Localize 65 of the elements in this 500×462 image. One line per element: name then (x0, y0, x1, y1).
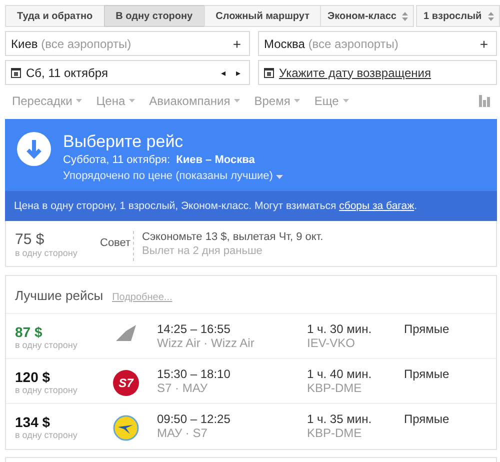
dropdown[interactable]: Эконом-класс (320, 5, 414, 27)
trip-type-tab[interactable]: Туда и обратно (5, 5, 105, 27)
origin-field[interactable]: Киев (все аэропорты) + (5, 31, 250, 56)
price-caption: в одну сторону (15, 340, 78, 350)
airlines: МАУ · S7 (157, 426, 208, 440)
flight-row[interactable]: 134 $ в одну сторону 09:50 – 12:25 МАУ · S7 1 ч. 35 мин. KBP-DME Прямые (6, 404, 496, 449)
flight-duration: 1 ч. 40 мин. (307, 367, 373, 381)
stops: Прямые (404, 412, 450, 426)
trip-type-tab[interactable]: В одну сторону (104, 5, 205, 27)
section-title: Лучшие рейсы (15, 288, 104, 303)
tip-price: 75 $ (15, 231, 46, 248)
destination-text: Москва (все аэропорты) (264, 36, 398, 50)
return-date-link[interactable]: Укажите дату возвращения (279, 66, 431, 80)
tip-text: Сэкономьте 13 $, вылетая Чт, 9 окт. (142, 231, 324, 243)
caret-icon (342, 99, 349, 103)
bar-chart-icon[interactable] (479, 95, 490, 107)
flight-times: 15:30 – 18:10 (157, 367, 232, 381)
dropdown[interactable]: 1 взрослый (416, 5, 500, 27)
airlines: S7 · МАУ (157, 381, 208, 395)
return-date-field[interactable]: Укажите дату возвращения (258, 60, 497, 85)
up-down-arrows-icon (488, 12, 494, 20)
flight-row[interactable]: 87 $ в одну сторону 14:25 – 16:55 Wizz Air · Wizz Air 1 ч. 30 мин. IEV-VKO Прямые (6, 314, 496, 359)
flight-price: 120 $ (15, 369, 52, 385)
add-airport-button[interactable]: + (480, 36, 488, 52)
bird-logo-icon (113, 415, 139, 441)
price-caption: в одну сторону (15, 248, 78, 258)
stops: Прямые (404, 367, 450, 381)
airlines: Wizz Air · Wizz Air (157, 336, 256, 350)
airline-logo: S7 (113, 370, 139, 396)
banner-title: Выберите рейс (63, 132, 184, 152)
flight-row[interactable]: 120 $ в одну сторону S7 15:30 – 18:10 S7 · МАУ 1 ч. 40 мин. KBP-DME Прямые (6, 359, 496, 404)
caret-icon (276, 175, 284, 179)
flight-times: 14:25 – 16:55 (157, 322, 232, 336)
calendar-icon (11, 68, 21, 78)
airport-codes: KBP-DME (307, 381, 363, 395)
flight-duration: 1 ч. 35 мин. (307, 412, 373, 426)
departure-date: Сб, 11 октября (26, 66, 108, 80)
departure-date-field[interactable]: Сб, 11 октября ◂ ▸ (5, 60, 250, 85)
flight-price: 87 $ (15, 324, 44, 340)
caret-icon (234, 99, 240, 103)
caret-icon (129, 99, 136, 103)
price-caption: в одну сторону (15, 430, 78, 440)
previous-day-button[interactable]: ◂ (221, 68, 226, 78)
tip-subtext: Вылет на 2 дня раньше (142, 245, 264, 257)
price-caption: в одну сторону (15, 385, 78, 395)
baggage-fees-link[interactable]: сборы за багаж (339, 200, 414, 212)
airport-codes: IEV-VKO (307, 336, 356, 350)
caret-icon (294, 99, 300, 103)
banner-date-route: Суббота, 11 октября: Киев – Москва (63, 154, 256, 166)
flight-duration: 1 ч. 30 мин. (307, 322, 373, 336)
tip-label: Совет (100, 231, 134, 261)
destination-field[interactable]: Москва (все аэропорты) + (258, 31, 497, 56)
tail-fin-icon (116, 325, 136, 341)
airport-codes: KBP-DME (307, 426, 363, 440)
up-down-arrows-icon (402, 12, 408, 20)
next-day-button[interactable]: ▸ (236, 68, 241, 78)
calendar-icon (264, 68, 274, 78)
caret-icon (76, 99, 82, 103)
flight-times: 09:50 – 12:25 (157, 412, 232, 426)
price-note: Цена в одну сторону, 1 взрослый, Эконом-класс. Могут взиматься сборы за багаж. (5, 191, 497, 221)
trip-type-tab[interactable]: Сложный маршрут (204, 5, 322, 27)
stops: Прямые (404, 322, 450, 336)
flight-price: 134 $ (15, 414, 52, 430)
add-airport-button[interactable]: + (232, 36, 241, 52)
origin-text: Киев (все аэропорты) (11, 36, 132, 50)
